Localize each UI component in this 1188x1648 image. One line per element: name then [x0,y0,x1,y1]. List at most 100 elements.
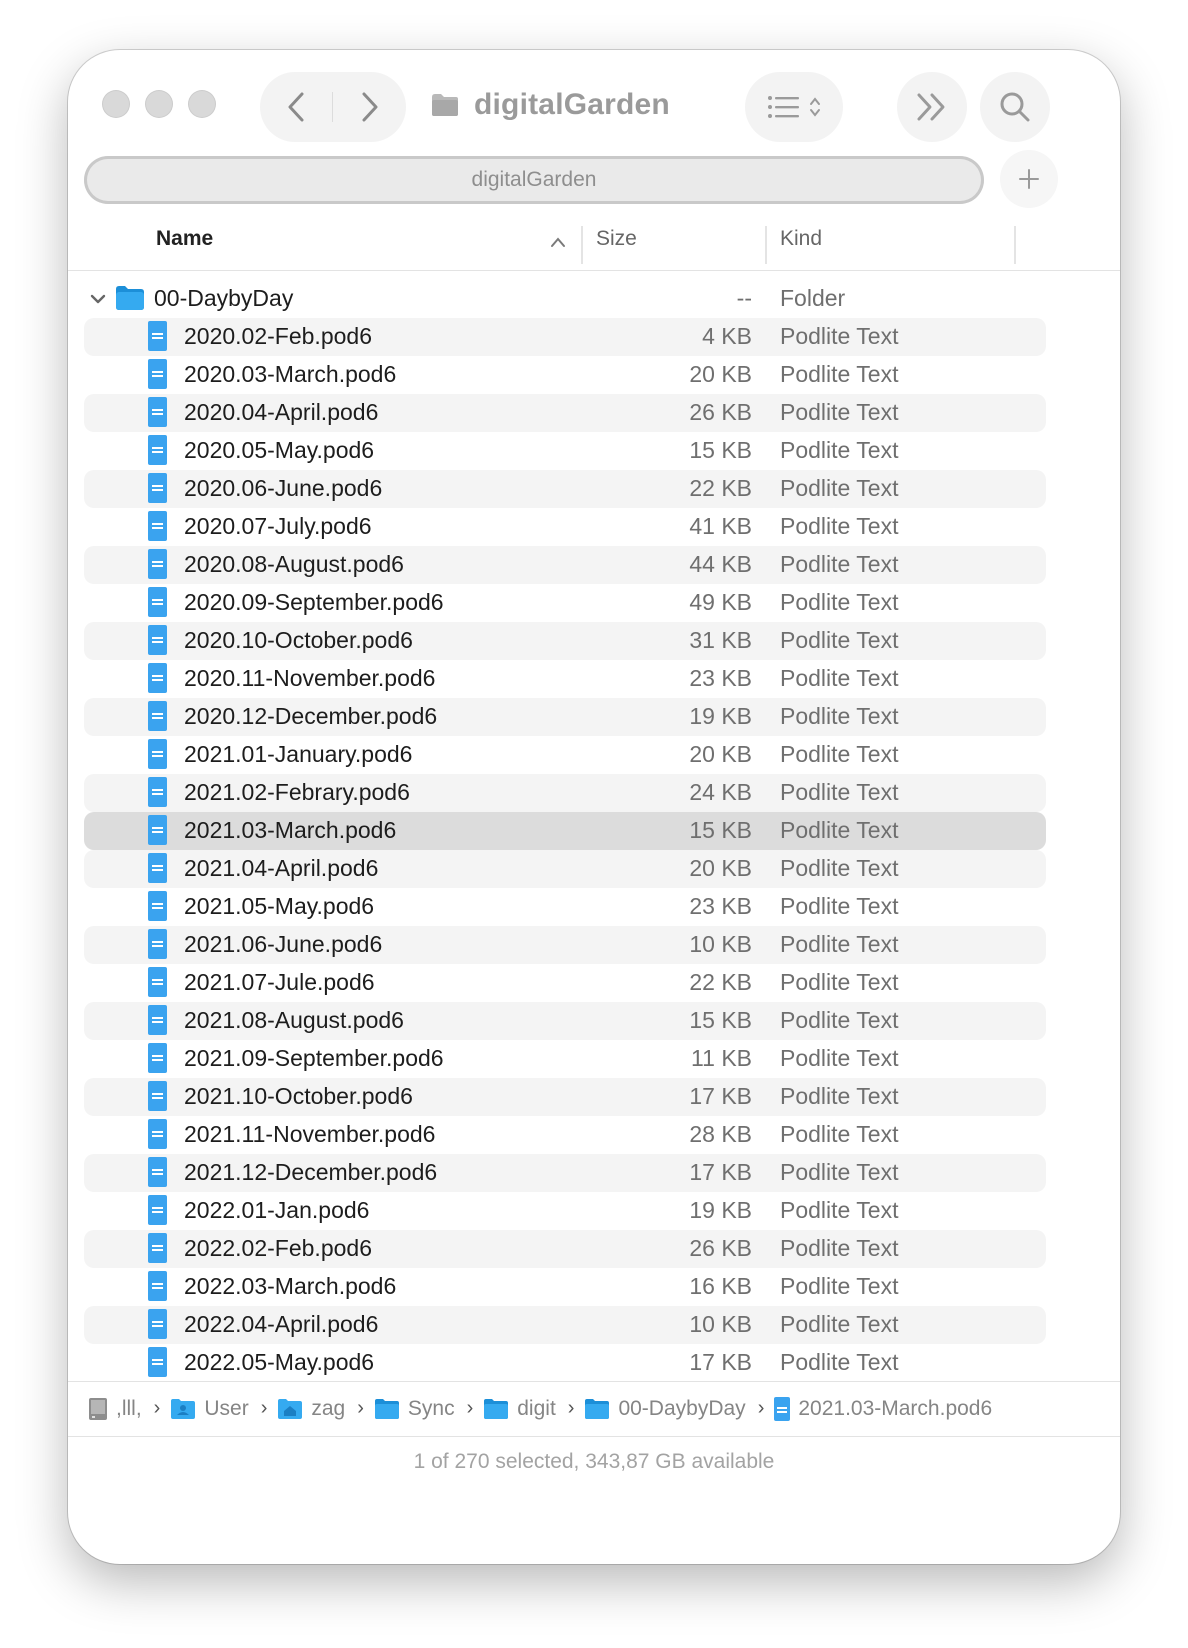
document-icon [148,473,167,503]
path-crumb[interactable]: ,lll, › [88,1397,164,1421]
file-row[interactable]: 2021.03-March.pod6 15 KB Podlite Text [84,812,1046,850]
file-kind: Podlite Text [780,1273,899,1299]
file-name: 2022.02-Feb.pod6 [184,1235,372,1261]
view-options-button[interactable] [745,72,843,142]
file-row[interactable]: 2021.09-September.pod6 11 KB Podlite Text [84,1040,1046,1078]
back-button[interactable] [260,72,332,142]
path-crumb-label: digit [517,1396,556,1420]
minimize-window-button[interactable] [145,90,173,118]
file-kind: Podlite Text [780,1235,899,1261]
file-size: 15 KB [689,437,752,463]
path-separator-icon: › [567,1397,575,1419]
file-kind: Podlite Text [780,1121,899,1147]
file-row[interactable]: 2021.12-December.pod6 17 KB Podlite Text [84,1154,1046,1192]
path-crumb[interactable]: digit › [483,1397,578,1421]
column-divider[interactable] [581,226,583,264]
file-row[interactable]: 2020.08-August.pod6 44 KB Podlite Text [84,546,1046,584]
path-crumb[interactable]: User › [170,1397,271,1421]
file-name: 2021.03-March.pod6 [184,817,397,843]
document-icon [148,435,167,465]
search-button[interactable] [980,72,1050,142]
file-kind: Podlite Text [780,665,899,691]
close-window-button[interactable] [102,90,130,118]
column-divider[interactable] [1014,226,1016,264]
path-crumb-label: Sync [407,1396,455,1420]
more-toolbar-items-button[interactable] [897,72,967,142]
file-row[interactable]: 2020.02-Feb.pod6 4 KB Podlite Text [84,318,1046,356]
document-icon [148,625,167,655]
search-icon [1000,92,1030,122]
path-separator-icon: › [466,1397,474,1419]
file-row[interactable]: 2021.06-June.pod6 10 KB Podlite Text [84,926,1046,964]
file-size: 15 KB [689,817,752,843]
file-kind: Podlite Text [780,969,899,995]
file-row[interactable]: 2022.03-March.pod6 16 KB Podlite Text [84,1268,1046,1306]
zoom-window-button[interactable] [188,90,216,118]
document-icon [148,853,167,883]
file-row[interactable]: 2021.02-Febrary.pod6 24 KB Podlite Text [84,774,1046,812]
forward-button[interactable] [334,72,406,142]
file-row[interactable]: 2020.07-July.pod6 41 KB Podlite Text [84,508,1046,546]
path-crumb[interactable]: 00-DaybyDay › [584,1397,768,1421]
file-row[interactable]: 2022.01-Jan.pod6 19 KB Podlite Text [84,1192,1046,1230]
file-name: 2020.12-December.pod6 [184,703,438,729]
disclosure-chevron-down-icon[interactable] [88,289,108,309]
file-row[interactable]: 2021.07-Jule.pod6 22 KB Podlite Text [84,964,1046,1002]
file-name: 2021.12-December.pod6 [184,1159,438,1185]
file-kind: Podlite Text [780,855,899,881]
file-kind: Podlite Text [780,703,899,729]
file-size: 49 KB [689,589,752,615]
path-separator-icon: › [153,1397,161,1419]
column-name-header[interactable]: Name [156,227,213,251]
file-kind: Podlite Text [780,551,899,577]
file-name: 2020.03-March.pod6 [184,361,397,387]
file-row[interactable]: 2020.04-April.pod6 26 KB Podlite Text [84,394,1046,432]
file-row[interactable]: 2020.10-October.pod6 31 KB Podlite Text [84,622,1046,660]
file-row[interactable]: 2021.08-August.pod6 15 KB Podlite Text [84,1002,1046,1040]
file-row[interactable]: 2022.04-April.pod6 10 KB Podlite Text [84,1306,1046,1344]
document-icon [148,1043,167,1073]
file-size: 44 KB [689,551,752,577]
new-tab-button[interactable] [1000,150,1058,208]
file-row[interactable]: 2021.10-October.pod6 17 KB Podlite Text [84,1078,1046,1116]
file-row[interactable]: 2020.03-March.pod6 20 KB Podlite Text [84,356,1046,394]
file-kind: Podlite Text [780,1083,899,1109]
file-row[interactable]: 2020.06-June.pod6 22 KB Podlite Text [84,470,1046,508]
file-row[interactable]: 2021.04-April.pod6 20 KB Podlite Text [84,850,1046,888]
file-name: 2021.05-May.pod6 [184,893,375,919]
path-crumb[interactable]: 2021.03-March.pod6 [774,1396,992,1421]
file-size: 17 KB [689,1159,752,1185]
column-size-header[interactable]: Size [596,227,637,251]
plus-icon [1019,169,1039,189]
file-row[interactable]: 2022.05-May.pod6 17 KB Podlite Text [84,1344,1046,1380]
file-row[interactable]: 2020.05-May.pod6 15 KB Podlite Text [84,432,1046,470]
file-size: 31 KB [689,627,752,653]
file-kind: Podlite Text [780,1311,899,1337]
file-row[interactable]: 2021.05-May.pod6 23 KB Podlite Text [84,888,1046,926]
path-crumb[interactable]: Sync › [374,1397,477,1421]
document-icon [148,663,167,693]
folder-icon [374,1398,400,1420]
folder-row[interactable]: 00-DaybyDay -- Folder [84,280,1046,318]
document-icon [148,1119,167,1149]
file-kind: Podlite Text [780,437,899,463]
file-size: 20 KB [689,361,752,387]
file-row[interactable]: 2021.11-November.pod6 28 KB Podlite Text [84,1116,1046,1154]
file-row[interactable]: 2020.09-September.pod6 49 KB Podlite Text [84,584,1046,622]
file-size: 22 KB [689,475,752,501]
file-name: 2022.03-March.pod6 [184,1273,397,1299]
column-divider[interactable] [765,226,767,264]
path-crumb[interactable]: zag › [277,1397,368,1421]
file-row[interactable]: 2020.12-December.pod6 19 KB Podlite Text [84,698,1046,736]
file-row[interactable]: 2020.11-November.pod6 23 KB Podlite Text [84,660,1046,698]
file-kind: Podlite Text [780,361,899,387]
file-kind: Podlite Text [780,779,899,805]
column-kind-header[interactable]: Kind [780,227,822,251]
file-name: 2021.10-October.pod6 [184,1083,413,1109]
tab-digitalgarden[interactable]: digitalGarden [84,156,984,204]
sort-ascending-icon[interactable] [550,236,566,248]
file-row[interactable]: 2021.01-January.pod6 20 KB Podlite Text [84,736,1046,774]
file-row[interactable]: 2022.02-Feb.pod6 26 KB Podlite Text [84,1230,1046,1268]
file-kind: Podlite Text [780,1045,899,1071]
file-name: 2020.07-July.pod6 [184,513,372,539]
